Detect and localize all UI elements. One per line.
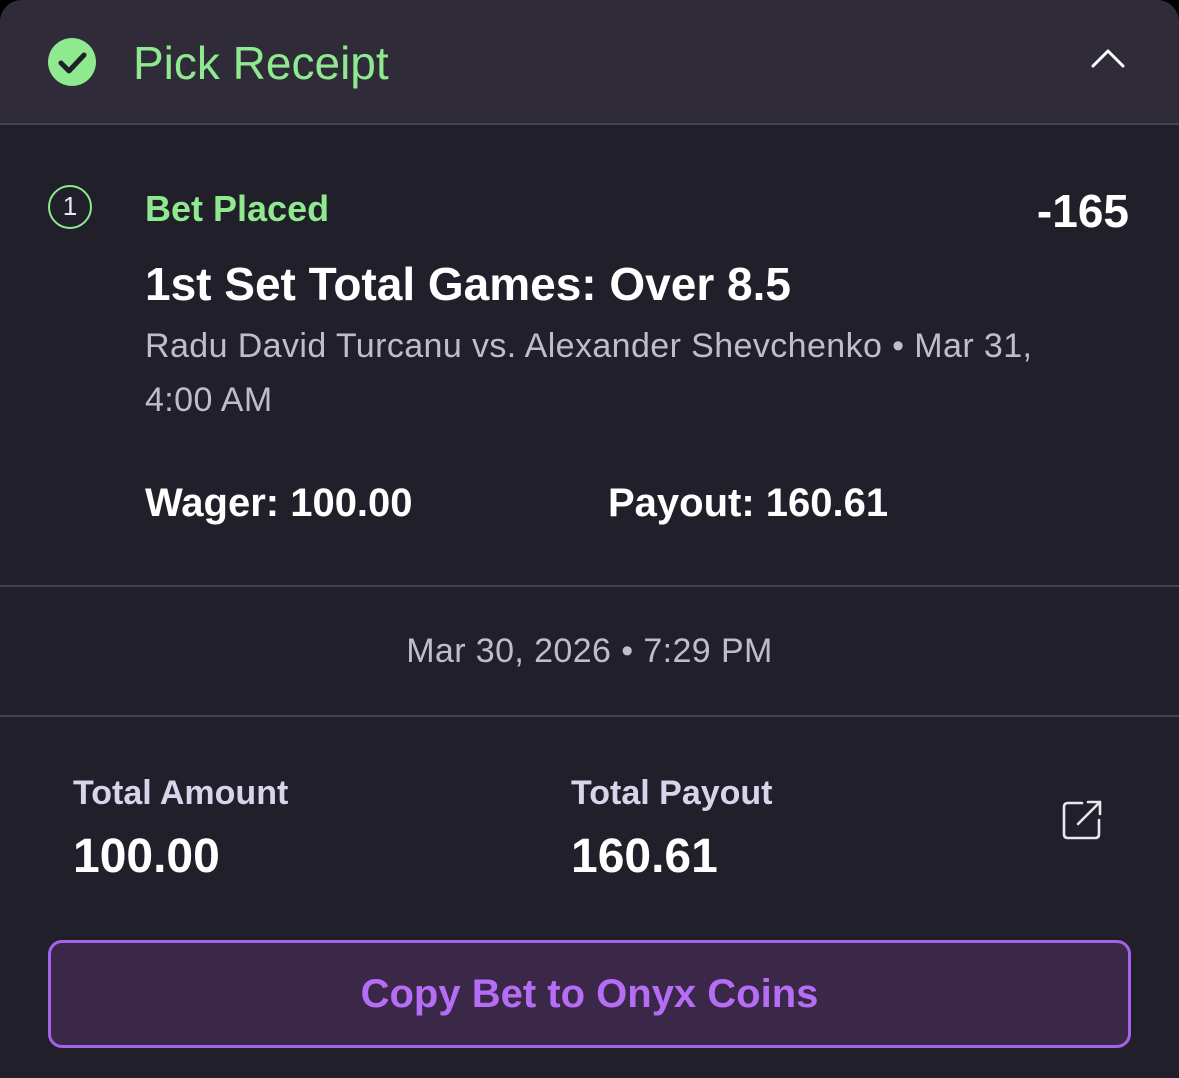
receipt-header[interactable]: Pick Receipt — [0, 0, 1179, 125]
bet-market: 1st Set Total Games: Over 8.5 — [145, 258, 791, 310]
total-amount-value: 100.00 — [73, 830, 220, 883]
bet-odds: -165 — [1036, 185, 1129, 237]
chevron-up-icon[interactable] — [1088, 42, 1128, 74]
check-circle-icon — [48, 38, 96, 86]
total-payout-value: 160.61 — [571, 830, 718, 883]
header-title: Pick Receipt — [133, 37, 389, 89]
bet-status: Bet Placed — [145, 188, 330, 229]
leg-number-badge: 1 — [48, 185, 92, 229]
placed-timestamp: Mar 30, 2026 • 7:29 PM — [406, 632, 773, 670]
event-details: Radu David Turcanu vs. Alexander Shevche… — [145, 327, 1033, 419]
total-amount-label: Total Amount — [73, 774, 289, 812]
pick-receipt-card: Pick Receipt 1 Bet Placed -165 1st Set T… — [0, 0, 1179, 1078]
wager-amount: Wager: 100.00 — [145, 481, 413, 525]
totals-section: Total Amount 100.00 Total Payout 160.61 … — [0, 717, 1179, 1078]
placed-timestamp-row: Mar 30, 2026 • 7:29 PM — [0, 587, 1179, 717]
copy-bet-button[interactable]: Copy Bet to Onyx Coins — [48, 940, 1131, 1048]
payout-amount: Payout: 160.61 — [608, 481, 889, 525]
bet-leg: 1 Bet Placed -165 1st Set Total Games: O… — [0, 125, 1179, 587]
total-payout-label: Total Payout — [571, 774, 773, 812]
external-share-icon[interactable] — [1060, 798, 1104, 842]
